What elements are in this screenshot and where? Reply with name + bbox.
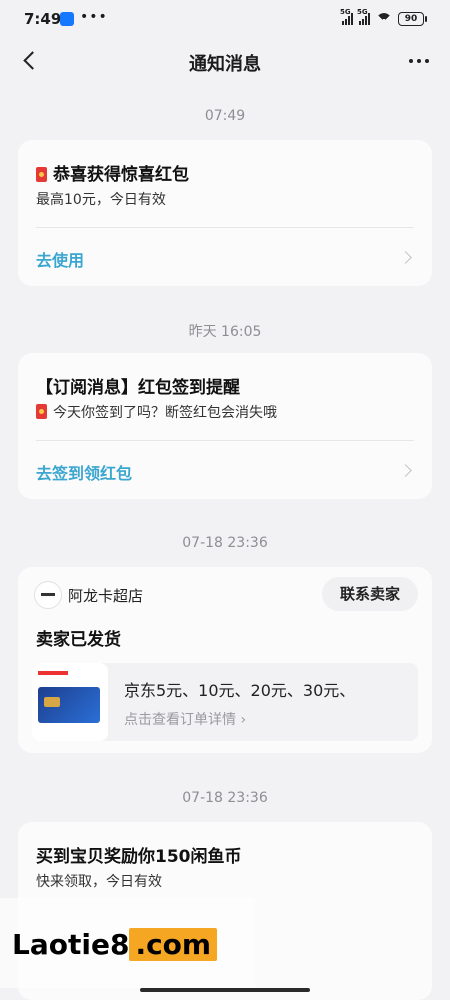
shipping-card[interactable]: 阿龙卡超店 联系卖家 卖家已发货 京东5元、10元、20元、30元、 点击查看订… <box>18 567 432 753</box>
message-timestamp: 07-18 23:36 <box>182 535 268 551</box>
card-title: 买到宝贝奖励你150闲鱼币 <box>36 847 242 867</box>
watermark-logo: Laotie8 .com <box>12 928 218 961</box>
message-timestamp: 07:49 <box>204 108 246 124</box>
contact-seller-button[interactable]: 联系卖家 <box>322 577 418 611</box>
status-bar: 7:49 ••• 5G 5G 90 <box>0 0 450 40</box>
status-time: 7:49 <box>24 10 62 28</box>
checkin-button[interactable]: 去签到领红包 <box>36 460 132 484</box>
red-packet-icon <box>36 404 47 419</box>
order-title: 京东5元、10元、20元、30元、 <box>124 681 356 700</box>
card-subtitle: 今天你签到了吗？断签红包会消失哦 <box>53 405 277 421</box>
card-title: 恭喜获得惊喜红包 <box>53 165 189 185</box>
divider <box>36 227 414 228</box>
notification-card[interactable]: 恭喜获得惊喜红包 最高10元，今日有效 去使用 <box>18 140 432 286</box>
shop-avatar <box>34 581 62 609</box>
notification-card[interactable]: 【订阅消息】红包签到提醒 今天你签到了吗？断签红包会消失哦 去签到领红包 <box>18 353 432 499</box>
message-timestamp: 07-18 23:36 <box>182 790 268 806</box>
card-title-row: 恭喜获得惊喜红包 <box>36 160 189 185</box>
page-title: 通知消息 <box>189 54 261 75</box>
shop-name[interactable]: 阿龙卡超店 <box>68 585 143 606</box>
message-timestamp: 昨天 16:05 <box>188 324 262 340</box>
order-detail-link[interactable]: 点击查看订单详情 › <box>124 709 246 729</box>
chevron-right-icon <box>399 464 412 477</box>
product-thumbnail <box>32 663 108 741</box>
signal-icon: 5G <box>340 8 353 25</box>
signal-icon: 5G <box>357 8 370 25</box>
battery-icon: 90 <box>398 12 427 26</box>
red-packet-icon <box>36 167 47 182</box>
card-subtitle: 快来领取，今日有效 <box>36 874 162 890</box>
use-button[interactable]: 去使用 <box>36 247 84 271</box>
more-notifications-icon: ••• <box>80 9 108 25</box>
chevron-right-icon <box>399 251 412 264</box>
order-item[interactable]: 京东5元、10元、20元、30元、 点击查看订单详情 › <box>32 663 418 741</box>
watermark-prefix: Laotie8 <box>12 928 130 961</box>
watermark-suffix: .com <box>129 928 218 961</box>
nav-bar: 通知消息 <box>0 40 450 84</box>
card-title: 卖家已发货 <box>36 630 121 650</box>
card-subtitle: 最高10元，今日有效 <box>36 192 166 208</box>
card-title: 【订阅消息】红包签到提醒 <box>36 378 240 398</box>
alipay-icon <box>60 12 74 26</box>
card-subtitle-row: 今天你签到了吗？断签红包会消失哦 <box>36 402 277 422</box>
wifi-icon <box>376 13 392 25</box>
home-indicator <box>140 988 310 992</box>
more-options-icon[interactable] <box>404 48 434 74</box>
divider <box>36 440 414 441</box>
